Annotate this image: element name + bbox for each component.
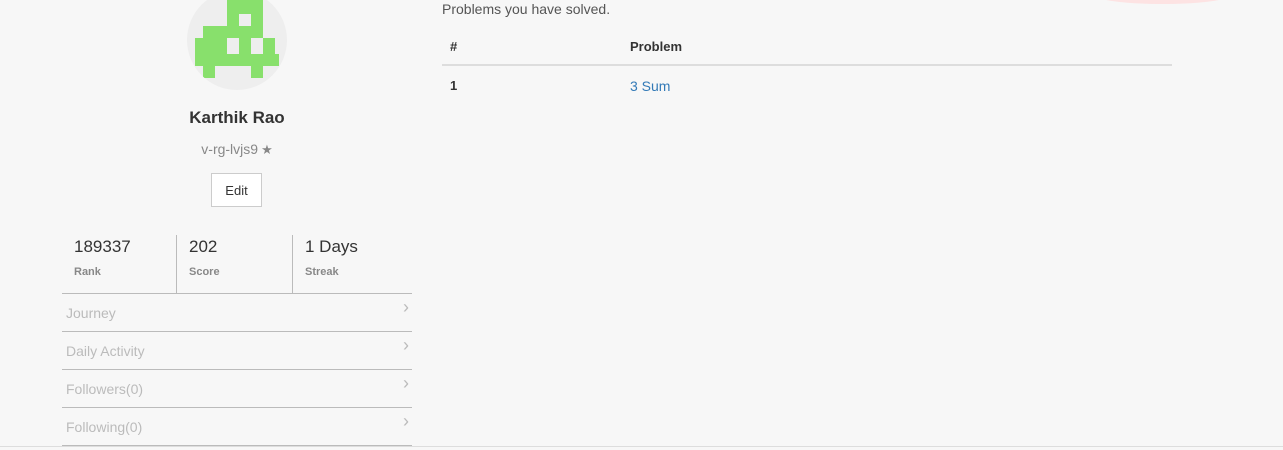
menu-item-following[interactable]: Following(0) ›	[62, 407, 412, 446]
decorative-blob	[1095, 0, 1230, 4]
chevron-right-icon: ›	[403, 373, 409, 393]
stat-rank: 189337 Rank	[62, 235, 177, 293]
chevron-right-icon: ›	[403, 335, 409, 355]
header-number: #	[450, 39, 458, 54]
stat-rank-label: Rank	[74, 266, 101, 278]
divider	[0, 446, 1283, 447]
table-header: # Problem	[442, 30, 1172, 66]
menu-item-label: Following(0)	[66, 419, 143, 435]
problem-link[interactable]: 3 Sum	[630, 78, 670, 94]
stat-rank-value: 189337	[74, 237, 131, 256]
solved-problems-table: # Problem 1 3 Sum	[442, 30, 1172, 106]
identicon-icon	[195, 0, 279, 78]
stats-panel: 189337 Rank 202 Score 1 Days Streak	[62, 235, 408, 293]
menu-item-daily-activity[interactable]: Daily Activity ›	[62, 331, 412, 369]
menu-item-label: Journey	[66, 305, 116, 321]
menu-item-label: Followers(0)	[66, 381, 144, 397]
avatar	[187, 0, 287, 90]
stat-streak-label: Streak	[305, 266, 339, 278]
edit-profile-button[interactable]: Edit	[211, 173, 262, 207]
stat-streak-value: 1 Days	[305, 237, 358, 256]
profile-name: Karthik Rao	[189, 108, 285, 127]
stat-streak: 1 Days Streak	[293, 235, 408, 293]
menu-item-journey[interactable]: Journey ›	[62, 293, 412, 331]
menu-item-followers[interactable]: Followers(0) ›	[62, 369, 412, 407]
stat-score-label: Score	[189, 266, 220, 278]
chevron-right-icon: ›	[403, 411, 409, 431]
solved-caption: Problems you have solved.	[442, 1, 611, 17]
profile-menu: Journey › Daily Activity › Followers(0) …	[62, 293, 412, 446]
chevron-right-icon: ›	[403, 297, 409, 317]
star-icon: ★	[261, 142, 273, 157]
row-number: 1	[450, 78, 458, 93]
stat-score: 202 Score	[177, 235, 293, 293]
stat-score-value: 202	[189, 237, 218, 256]
profile-handle-row: v-rg-lvjs9 ★	[62, 141, 412, 158]
header-problem: Problem	[630, 39, 683, 54]
table-row: 1 3 Sum	[442, 66, 1172, 106]
profile-handle: v-rg-lvjs9	[201, 141, 259, 157]
menu-item-label: Daily Activity	[66, 343, 145, 359]
